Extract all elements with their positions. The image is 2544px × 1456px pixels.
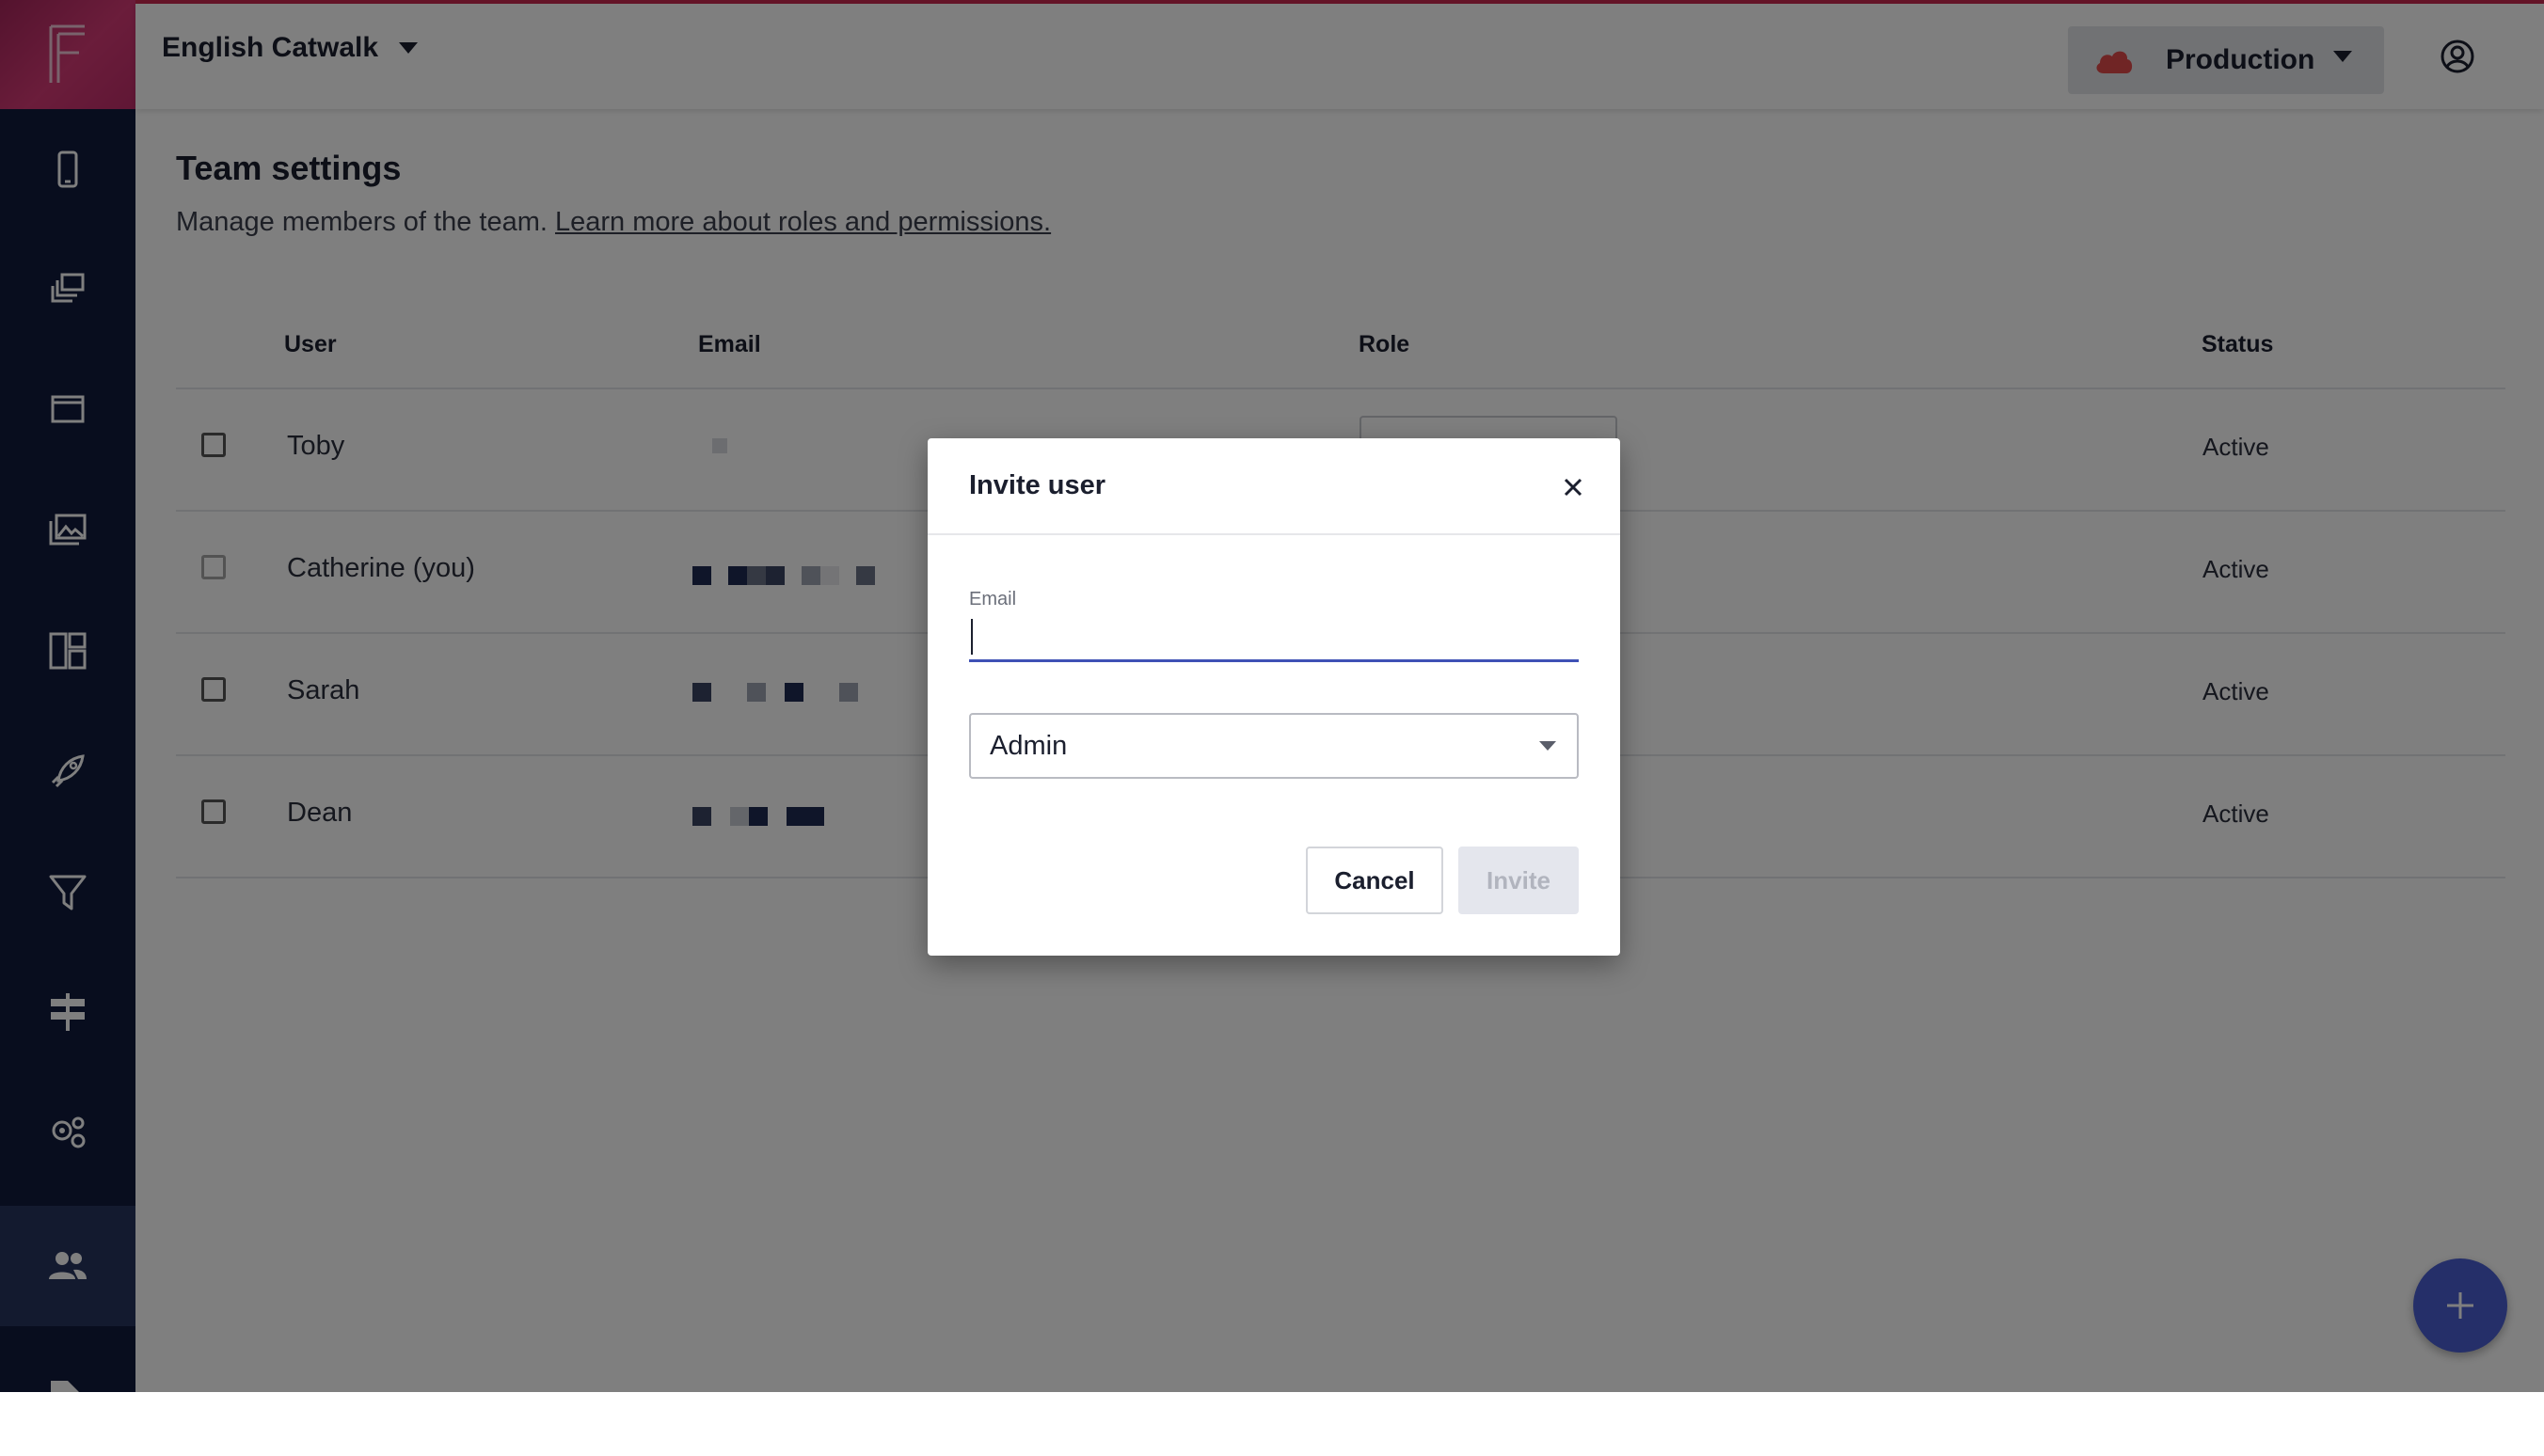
email-label: Email [969,589,1017,609]
close-icon[interactable] [1558,472,1588,502]
caret-down-icon [1539,741,1556,751]
dialog-header: Invite user [928,438,1620,535]
cancel-button[interactable]: Cancel [1306,847,1443,914]
role-select-value: Admin [990,730,1068,761]
invite-user-dialog: Invite user Email Admin Cancel Invite [928,438,1620,956]
text-cursor [971,619,973,655]
email-input[interactable] [969,613,1579,662]
invite-button[interactable]: Invite [1458,847,1579,914]
dialog-title: Invite user [969,470,1106,500]
role-select[interactable]: Admin [969,713,1579,779]
